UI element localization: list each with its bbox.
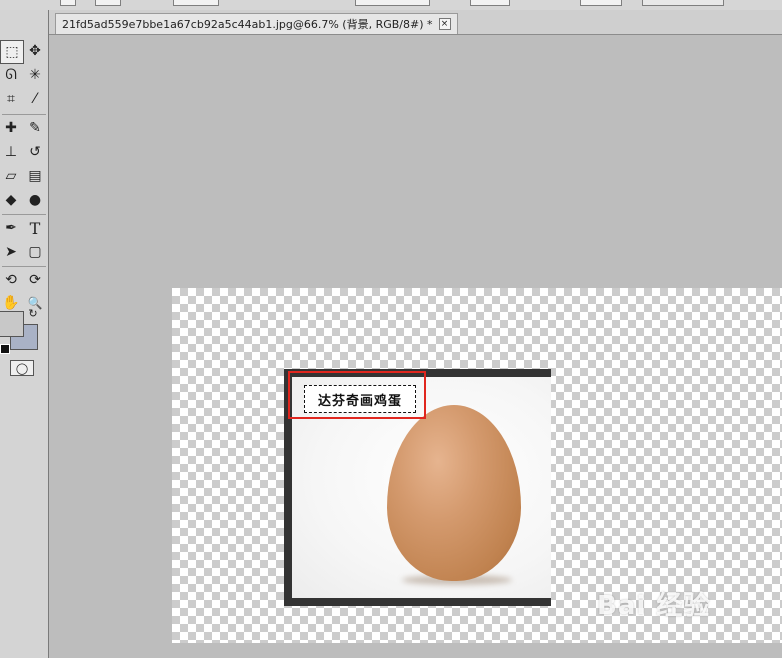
text-layer-selection[interactable]: 达芬奇画鸡蛋 bbox=[304, 385, 416, 413]
feather-field[interactable] bbox=[173, 0, 219, 6]
3d-orbit-tool[interactable]: ⟳ bbox=[24, 269, 46, 291]
bandage-icon: ✚ bbox=[5, 120, 17, 136]
gradient-tool[interactable]: ▤ bbox=[24, 165, 46, 187]
blur-tool[interactable]: ◆ bbox=[0, 189, 22, 211]
swap-colors-button[interactable]: ↻ bbox=[26, 306, 40, 320]
type-tool[interactable]: T bbox=[24, 217, 46, 239]
option-button[interactable] bbox=[60, 0, 76, 6]
arrow-icon: ➤ bbox=[5, 244, 17, 260]
toolbox: ⬚ ✥ ᘏ ✳ ⌗ ⁄ ✚ ✎ ⊥ ↺ ▱ ▤ ◆ ● ✒ T ➤ ▢ ⟲ ⟳ … bbox=[0, 10, 49, 658]
3d-rotate-icon: ⟲ bbox=[5, 272, 17, 288]
hand-icon: ✋ bbox=[2, 295, 20, 311]
gradient-icon: ▤ bbox=[28, 168, 42, 184]
dodge-icon: ● bbox=[28, 192, 42, 208]
eraser-icon: ▱ bbox=[5, 168, 17, 184]
lasso-icon: ᘏ bbox=[5, 67, 17, 83]
quick-mask-icon: ◯ bbox=[15, 361, 29, 375]
magic-wand-tool[interactable]: ✳ bbox=[24, 64, 46, 86]
move-icon: ✥ bbox=[29, 43, 41, 59]
watermark-logo: Bai 经验 bbox=[597, 591, 711, 621]
healing-brush-tool[interactable]: ✚ bbox=[0, 117, 22, 139]
eyedropper-tool[interactable]: ⁄ bbox=[24, 88, 46, 110]
3d-rotate-tool[interactable]: ⟲ bbox=[0, 269, 22, 291]
document-tab[interactable]: 21fd5ad559e7bbe1a67cb92a5c44ab1.jpg@66.7… bbox=[55, 13, 458, 34]
workspace: 达芬奇画鸡蛋 Bai 经验 bbox=[49, 35, 782, 658]
rectangular-marquee-tool[interactable]: ⬚ bbox=[0, 40, 24, 64]
toolbox-divider bbox=[2, 214, 46, 215]
toolbox-divider bbox=[2, 266, 46, 267]
brush-tool[interactable]: ✎ bbox=[24, 117, 46, 139]
pen-tool[interactable]: ✒ bbox=[0, 217, 22, 239]
brush-icon: ✎ bbox=[29, 120, 41, 136]
document-tab-title: 21fd5ad559e7bbe1a67cb92a5c44ab1.jpg@66.7… bbox=[62, 18, 433, 31]
eraser-tool[interactable]: ▱ bbox=[0, 165, 22, 187]
default-colors-button[interactable] bbox=[0, 344, 10, 354]
type-icon: T bbox=[29, 218, 41, 238]
shape-tool[interactable]: ▢ bbox=[24, 241, 46, 263]
lasso-tool[interactable]: ᘏ bbox=[0, 64, 22, 86]
magic-wand-icon: ✳ bbox=[29, 67, 41, 83]
refine-edge-button[interactable] bbox=[642, 0, 724, 6]
toolbox-divider bbox=[2, 114, 46, 115]
document-tab-bar: 21fd5ad559e7bbe1a67cb92a5c44ab1.jpg@66.7… bbox=[49, 10, 782, 35]
option-button[interactable] bbox=[95, 0, 121, 6]
quick-mask-button[interactable]: ◯ bbox=[10, 360, 34, 376]
dodge-tool[interactable]: ● bbox=[24, 189, 46, 211]
style-dropdown[interactable] bbox=[355, 0, 430, 6]
swap-arrows-icon: ↻ bbox=[28, 306, 38, 320]
rectangular-marquee-icon: ⬚ bbox=[5, 44, 19, 60]
crop-icon: ⌗ bbox=[7, 91, 15, 107]
move-tool[interactable]: ✥ bbox=[24, 40, 46, 62]
clone-stamp-tool[interactable]: ⊥ bbox=[0, 141, 22, 163]
close-icon[interactable]: × bbox=[438, 18, 451, 30]
history-brush-icon: ↺ bbox=[29, 144, 41, 160]
foreground-color-swatch[interactable] bbox=[0, 311, 24, 337]
crop-tool[interactable]: ⌗ bbox=[0, 88, 22, 110]
rounded-rectangle-icon: ▢ bbox=[28, 244, 42, 260]
history-brush-tool[interactable]: ↺ bbox=[24, 141, 46, 163]
text-layer-content: 达芬奇画鸡蛋 bbox=[317, 393, 402, 409]
width-field[interactable] bbox=[470, 0, 510, 6]
path-selection-tool[interactable]: ➤ bbox=[0, 241, 22, 263]
eyedropper-icon: ⁄ bbox=[33, 91, 37, 107]
stamp-icon: ⊥ bbox=[4, 144, 18, 160]
height-field[interactable] bbox=[580, 0, 622, 6]
droplet-icon: ◆ bbox=[5, 192, 17, 208]
pen-icon: ✒ bbox=[5, 220, 17, 236]
egg-image bbox=[387, 405, 521, 581]
3d-orbit-icon: ⟳ bbox=[29, 272, 41, 288]
